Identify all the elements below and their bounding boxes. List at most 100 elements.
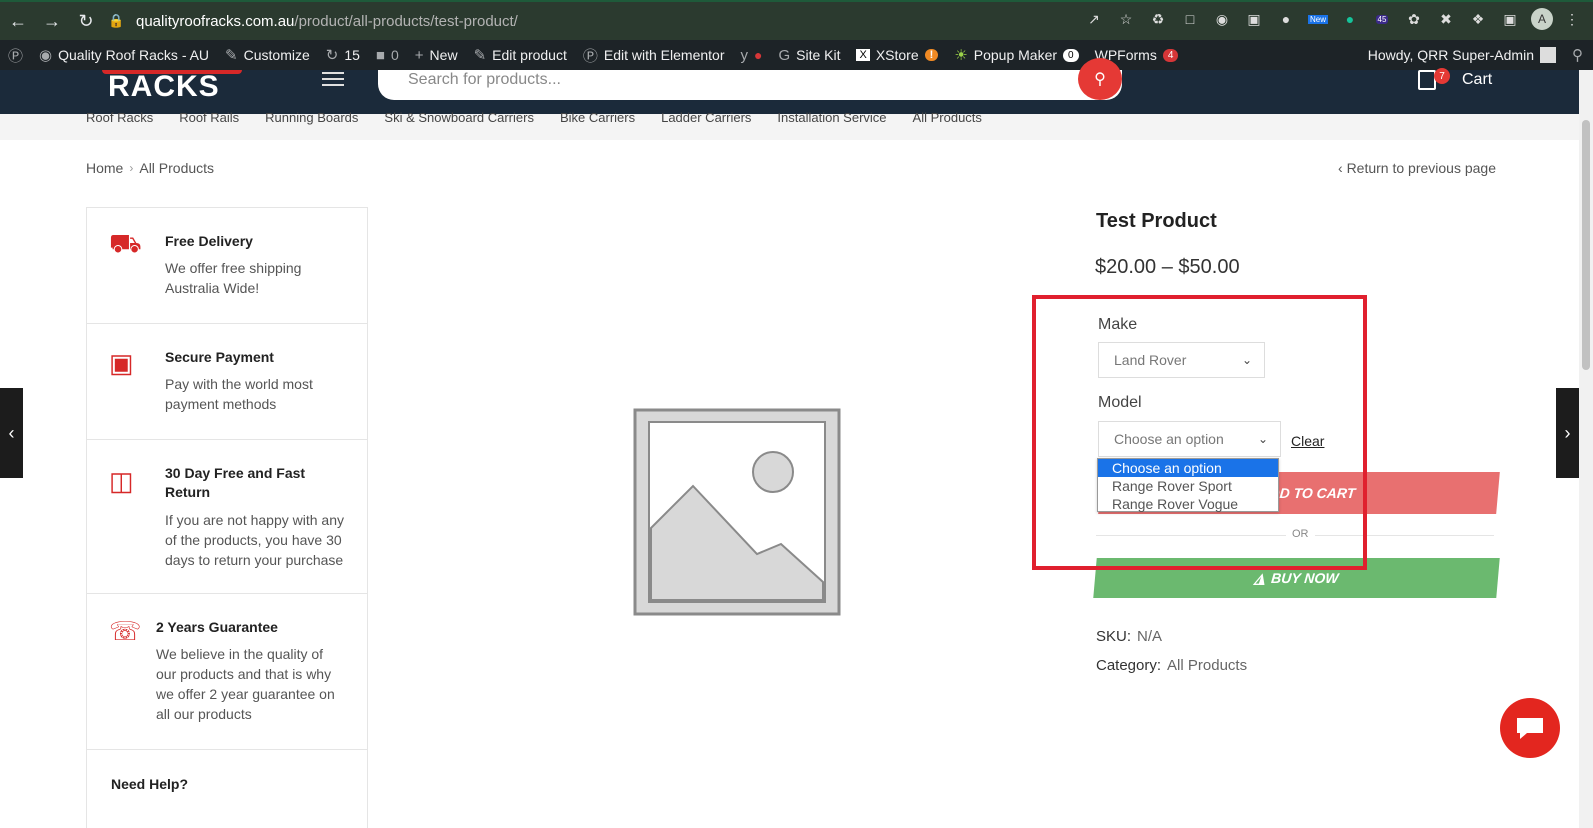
bag-icon: ◮	[1253, 569, 1266, 586]
benefit-secure-payment: ▣ Secure Payment Pay with the world most…	[87, 324, 367, 440]
wp-edit-elementor[interactable]: Ⓟ Edit with Elementor	[575, 40, 733, 70]
howdy-label: Howdy, QRR Super-Admin	[1367, 47, 1534, 63]
chat-button[interactable]	[1500, 698, 1560, 758]
delivery-truck-icon: ⛟	[109, 228, 142, 258]
prev-product-arrow-icon[interactable]: ‹	[0, 388, 23, 478]
benefit-free-delivery: ⛟ Free Delivery We offer free shipping A…	[87, 208, 367, 324]
product-image-placeholder-icon[interactable]	[631, 406, 843, 618]
extension-new-label: New	[1307, 14, 1328, 24]
extension-globe-icon[interactable]: ◉	[1211, 8, 1233, 30]
wp-updates[interactable]: ↻ 15	[318, 40, 368, 70]
dashboard-icon: ◉	[39, 47, 53, 64]
nav-item-roof-rails[interactable]: Roof Rails	[179, 110, 239, 125]
wp-customize[interactable]: ✎ Customize	[217, 40, 318, 70]
google-icon: G	[778, 46, 791, 64]
chat-bubble-icon	[1517, 718, 1543, 739]
wp-comments[interactable]: ■ 0	[368, 40, 407, 70]
pencil-icon: ✎	[473, 47, 487, 64]
breadcrumb-current[interactable]: All Products	[139, 160, 214, 176]
menu-kebab-icon[interactable]: ⋮	[1561, 8, 1583, 30]
address-bar[interactable]: 🔒 qualityroofracks.com.au /product/all-p…	[108, 6, 1128, 36]
buy-now-label: BUY NOW	[1270, 570, 1340, 586]
cart-label: Cart	[1462, 71, 1493, 88]
nav-item-bike-carriers[interactable]: Bike Carriers	[560, 110, 635, 125]
chevron-right-icon: ›	[129, 161, 134, 175]
browser-toolbar: ← → ↻ 🔒 qualityroofracks.com.au /product…	[0, 0, 1593, 40]
return-previous-link[interactable]: ‹ Return to previous page	[1338, 160, 1496, 176]
url-host: qualityroofracks.com.au	[136, 12, 295, 30]
forward-icon[interactable]: →	[36, 5, 68, 37]
nav-item-ladder-carriers[interactable]: Ladder Carriers	[661, 110, 751, 125]
category-link[interactable]: All Products	[1167, 657, 1247, 674]
search-button[interactable]: ⚲	[1078, 58, 1122, 100]
search-icon: ⚲	[1094, 71, 1106, 88]
yoast-status-icon: ●	[753, 47, 763, 63]
hamburger-menu-icon[interactable]	[322, 72, 344, 86]
product-sku: SKU: N/A	[1096, 628, 1162, 645]
nav-item-ski-snowboard[interactable]: Ski & Snowboard Carriers	[384, 110, 534, 125]
wp-logo[interactable]: Ⓟ	[0, 40, 31, 70]
lock-icon: 🔒	[108, 13, 125, 28]
breadcrumb: Home › All Products	[86, 160, 214, 176]
benefit-guarantee: ☏ 2 Years Guarantee We believe in the qu…	[87, 594, 367, 750]
product-category: Category: All Products	[1096, 657, 1247, 674]
extension-badge-count: 45	[1375, 14, 1389, 24]
extension-camera-icon[interactable]: ●	[1275, 8, 1297, 30]
nav-item-roof-racks[interactable]: Roof Racks	[86, 110, 153, 125]
nav-item-installation[interactable]: Installation Service	[777, 110, 886, 125]
extension-swirl-icon[interactable]: ✿	[1403, 8, 1425, 30]
wordpress-icon: Ⓟ	[8, 47, 24, 65]
extension-recycle-icon[interactable]: ♻	[1147, 8, 1169, 30]
popup-count-badge: 0	[1063, 48, 1079, 62]
extension-doc-icon[interactable]: □	[1179, 8, 1201, 30]
share-icon[interactable]: ↗	[1083, 8, 1105, 30]
comments-count: 0	[390, 47, 399, 63]
support-headset-icon: ☏	[109, 616, 142, 646]
credit-card-icon: ▣	[109, 348, 134, 378]
wp-account[interactable]: Howdy, QRR Super-Admin	[1360, 40, 1564, 70]
wp-new[interactable]: + New	[407, 40, 466, 70]
extension-translate-icon[interactable]: ▣	[1243, 8, 1265, 30]
benefit-desc: We believe in the quality of our product…	[156, 646, 335, 722]
benefit-desc: We offer free shipping Australia Wide!	[165, 260, 302, 296]
customize-label: Customize	[243, 47, 310, 63]
extension-badge-icon[interactable]: 45	[1371, 8, 1393, 30]
xstore-alert-badge: !	[924, 49, 939, 61]
nav-item-running-boards[interactable]: Running Boards	[265, 110, 358, 125]
popup-maker-label: Popup Maker	[973, 47, 1058, 63]
wp-yoast[interactable]: y ●	[732, 40, 770, 70]
extension-x-icon[interactable]: ✖	[1435, 8, 1457, 30]
elementor-icon: Ⓟ	[582, 47, 598, 65]
nav-item-all-products[interactable]: All Products	[913, 110, 982, 125]
scroll-thumb[interactable]	[1582, 120, 1590, 370]
breadcrumb-home[interactable]: Home	[86, 160, 123, 176]
wp-popup-maker[interactable]: ☀ Popup Maker 0	[946, 40, 1086, 70]
search-input[interactable]	[408, 70, 1048, 90]
wp-admin-bar: Ⓟ ◉ Quality Roof Racks - AU ✎ Customize ↻ 1…	[0, 40, 1593, 70]
reload-icon[interactable]: ↻	[70, 5, 102, 37]
xstore-icon: X	[856, 49, 870, 61]
edit-product-label: Edit product	[492, 47, 567, 63]
return-label: Return to previous page	[1346, 160, 1496, 176]
page-scrollbar[interactable]	[1579, 70, 1593, 828]
grammarly-icon[interactable]: ●	[1339, 8, 1361, 30]
benefit-desc: If you are not happy with any of the pro…	[165, 512, 344, 568]
back-icon[interactable]: ←	[2, 5, 34, 37]
wp-xstore[interactable]: X XStore!	[848, 40, 946, 70]
cart-link[interactable]: 7 Cart	[1418, 68, 1493, 90]
wp-site-kit[interactable]: G Site Kit	[770, 40, 848, 70]
wp-edit-product[interactable]: ✎ Edit product	[466, 40, 575, 70]
extension-new-icon[interactable]: New	[1307, 8, 1329, 30]
puzzle-icon[interactable]: ❖	[1467, 8, 1489, 30]
bookmark-star-icon[interactable]: ☆	[1115, 8, 1137, 30]
chevron-left-icon: ‹	[1338, 160, 1347, 176]
benefit-desc: Pay with the world most payment methods	[165, 376, 313, 412]
wp-site-name[interactable]: ◉ Quality Roof Racks - AU	[31, 40, 217, 70]
next-product-arrow-icon[interactable]: ›	[1556, 388, 1579, 478]
sidepanel-icon[interactable]: ▣	[1499, 8, 1521, 30]
search-icon[interactable]: ⚲	[1572, 46, 1583, 64]
profile-avatar[interactable]: A	[1531, 8, 1553, 30]
site-header: RACKS ⚲ 7 Cart	[0, 58, 1593, 114]
yoast-icon: y	[740, 46, 748, 64]
site-logo[interactable]: RACKS	[108, 70, 220, 104]
